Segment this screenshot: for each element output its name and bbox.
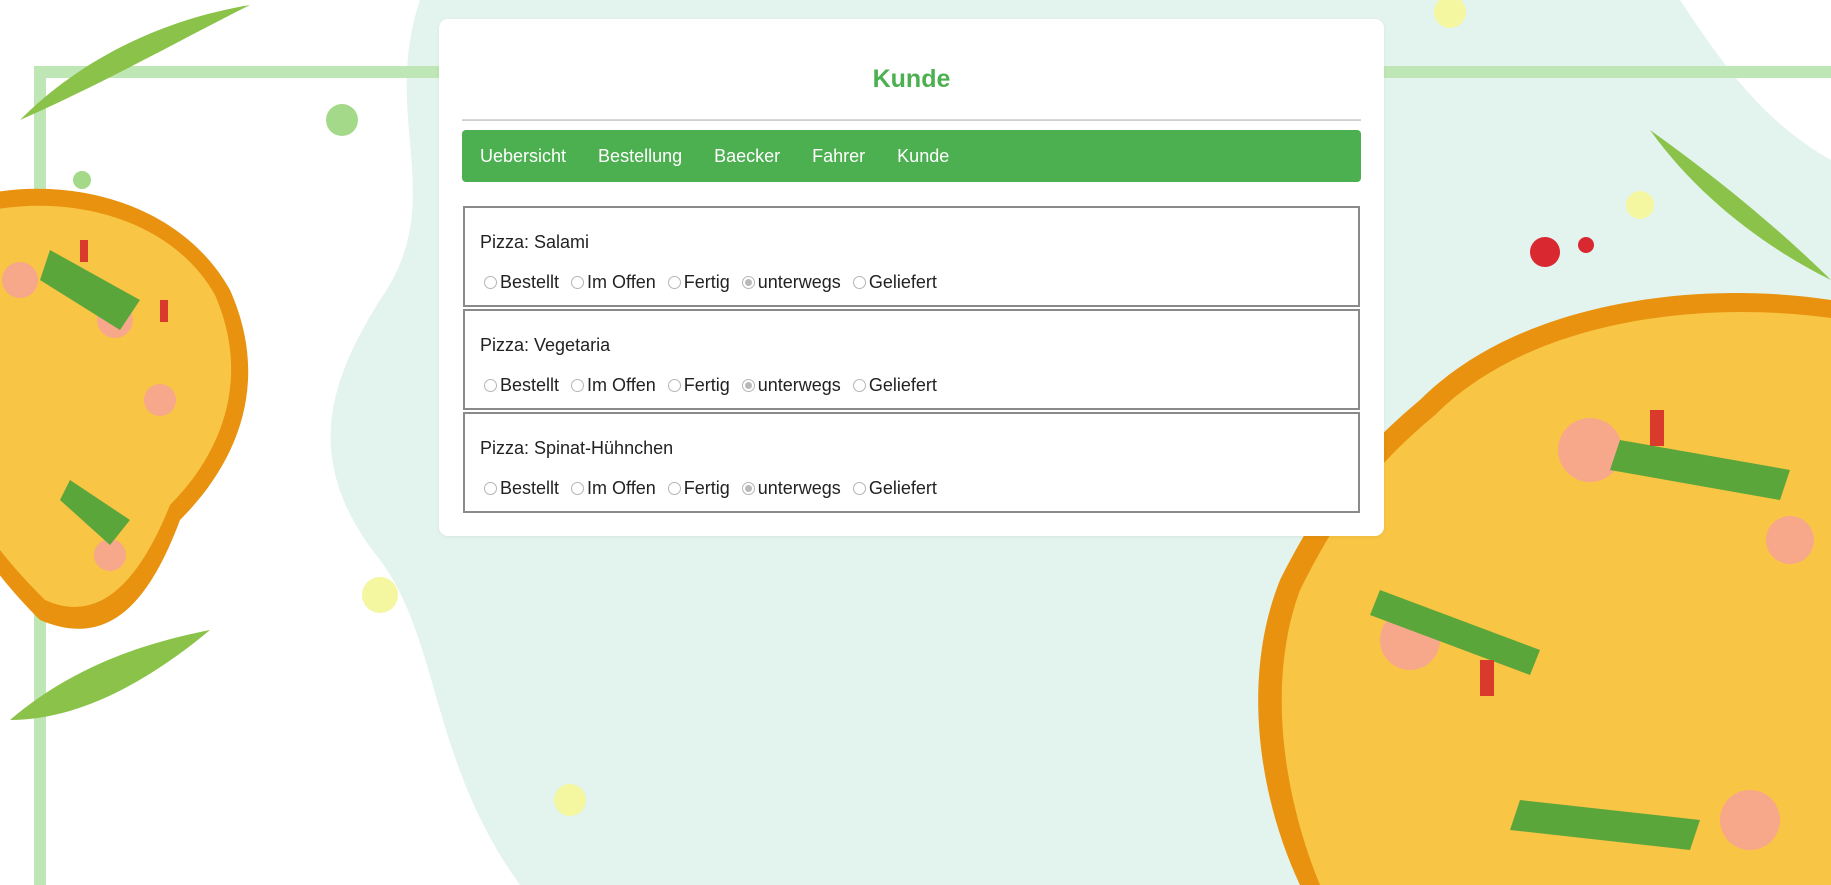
status-option-im-offen[interactable]: Im Offen (567, 375, 656, 396)
radio-button[interactable] (571, 276, 585, 289)
status-option-geliefert[interactable]: Geliefert (849, 272, 937, 293)
title-divider (462, 119, 1361, 121)
status-label: Geliefert (868, 478, 937, 498)
radio-button-selected[interactable] (741, 379, 755, 392)
radio-button[interactable] (484, 276, 497, 289)
radio-button[interactable] (852, 482, 866, 495)
status-option-unterwegs[interactable]: unterwegs (738, 272, 841, 293)
status-label: Bestellt (500, 272, 560, 292)
status-option-bestellt[interactable]: Bestellt (480, 478, 559, 499)
status-label: Bestellt (500, 375, 560, 395)
status-label: unterwegs (757, 478, 841, 498)
status-label: Fertig (683, 272, 730, 292)
status-option-geliefert[interactable]: Geliefert (849, 375, 937, 396)
status-option-fertig[interactable]: Fertig (664, 272, 730, 293)
status-label: Fertig (683, 478, 730, 498)
order-title: Pizza: Vegetaria (480, 335, 611, 355)
nav-item-bestellung[interactable]: Bestellung (582, 130, 698, 182)
radio-button[interactable] (667, 482, 681, 495)
status-radio-group: Bestellt Im Offen Fertig unterwegs Gelie… (480, 375, 1358, 396)
order-item: Pizza: Vegetaria Bestellt Im Offen Ferti… (463, 309, 1360, 410)
radio-button[interactable] (484, 482, 497, 495)
order-list: Pizza: Salami Bestellt Im Offen Fertig u… (463, 206, 1360, 515)
main-navigation: Uebersicht Bestellung Baecker Fahrer Kun… (462, 130, 1361, 182)
radio-button-selected[interactable] (741, 276, 755, 289)
radio-button[interactable] (571, 482, 585, 495)
status-radio-group: Bestellt Im Offen Fertig unterwegs Gelie… (480, 478, 1358, 499)
status-option-fertig[interactable]: Fertig (664, 478, 730, 499)
status-label: Geliefert (868, 272, 937, 292)
status-radio-group: Bestellt Im Offen Fertig unterwegs Gelie… (480, 272, 1358, 293)
status-option-unterwegs[interactable]: unterwegs (738, 478, 841, 499)
order-item: Pizza: Spinat-Hühnchen Bestellt Im Offen… (463, 412, 1360, 513)
nav-item-fahrer[interactable]: Fahrer (796, 130, 881, 182)
radio-button[interactable] (667, 379, 681, 392)
status-label: Geliefert (868, 375, 937, 395)
nav-item-baecker[interactable]: Baecker (698, 130, 796, 182)
nav-item-uebersicht[interactable]: Uebersicht (464, 130, 582, 182)
status-label: Im Offen (587, 478, 656, 498)
status-option-bestellt[interactable]: Bestellt (480, 272, 559, 293)
page-title: Kunde (872, 65, 951, 93)
status-option-im-offen[interactable]: Im Offen (567, 272, 656, 293)
status-option-fertig[interactable]: Fertig (664, 375, 730, 396)
status-label: unterwegs (757, 272, 841, 292)
nav-item-kunde[interactable]: Kunde (881, 130, 965, 182)
status-label: Fertig (683, 375, 730, 395)
radio-button-selected[interactable] (741, 482, 755, 495)
status-label: Bestellt (500, 478, 560, 498)
status-option-geliefert[interactable]: Geliefert (849, 478, 937, 499)
radio-button[interactable] (667, 276, 681, 289)
status-option-unterwegs[interactable]: unterwegs (738, 375, 841, 396)
status-label: Im Offen (587, 272, 656, 292)
status-option-bestellt[interactable]: Bestellt (480, 375, 559, 396)
order-title: Pizza: Spinat-Hühnchen (480, 438, 674, 458)
customer-card: Kunde Uebersicht Bestellung Baecker Fahr… (439, 19, 1384, 536)
order-item: Pizza: Salami Bestellt Im Offen Fertig u… (463, 206, 1360, 307)
radio-button[interactable] (484, 379, 497, 392)
status-option-im-offen[interactable]: Im Offen (567, 478, 656, 499)
radio-button[interactable] (852, 379, 866, 392)
radio-button[interactable] (571, 379, 585, 392)
radio-button[interactable] (852, 276, 866, 289)
status-label: unterwegs (757, 375, 841, 395)
order-title: Pizza: Salami (480, 232, 590, 252)
status-label: Im Offen (587, 375, 656, 395)
